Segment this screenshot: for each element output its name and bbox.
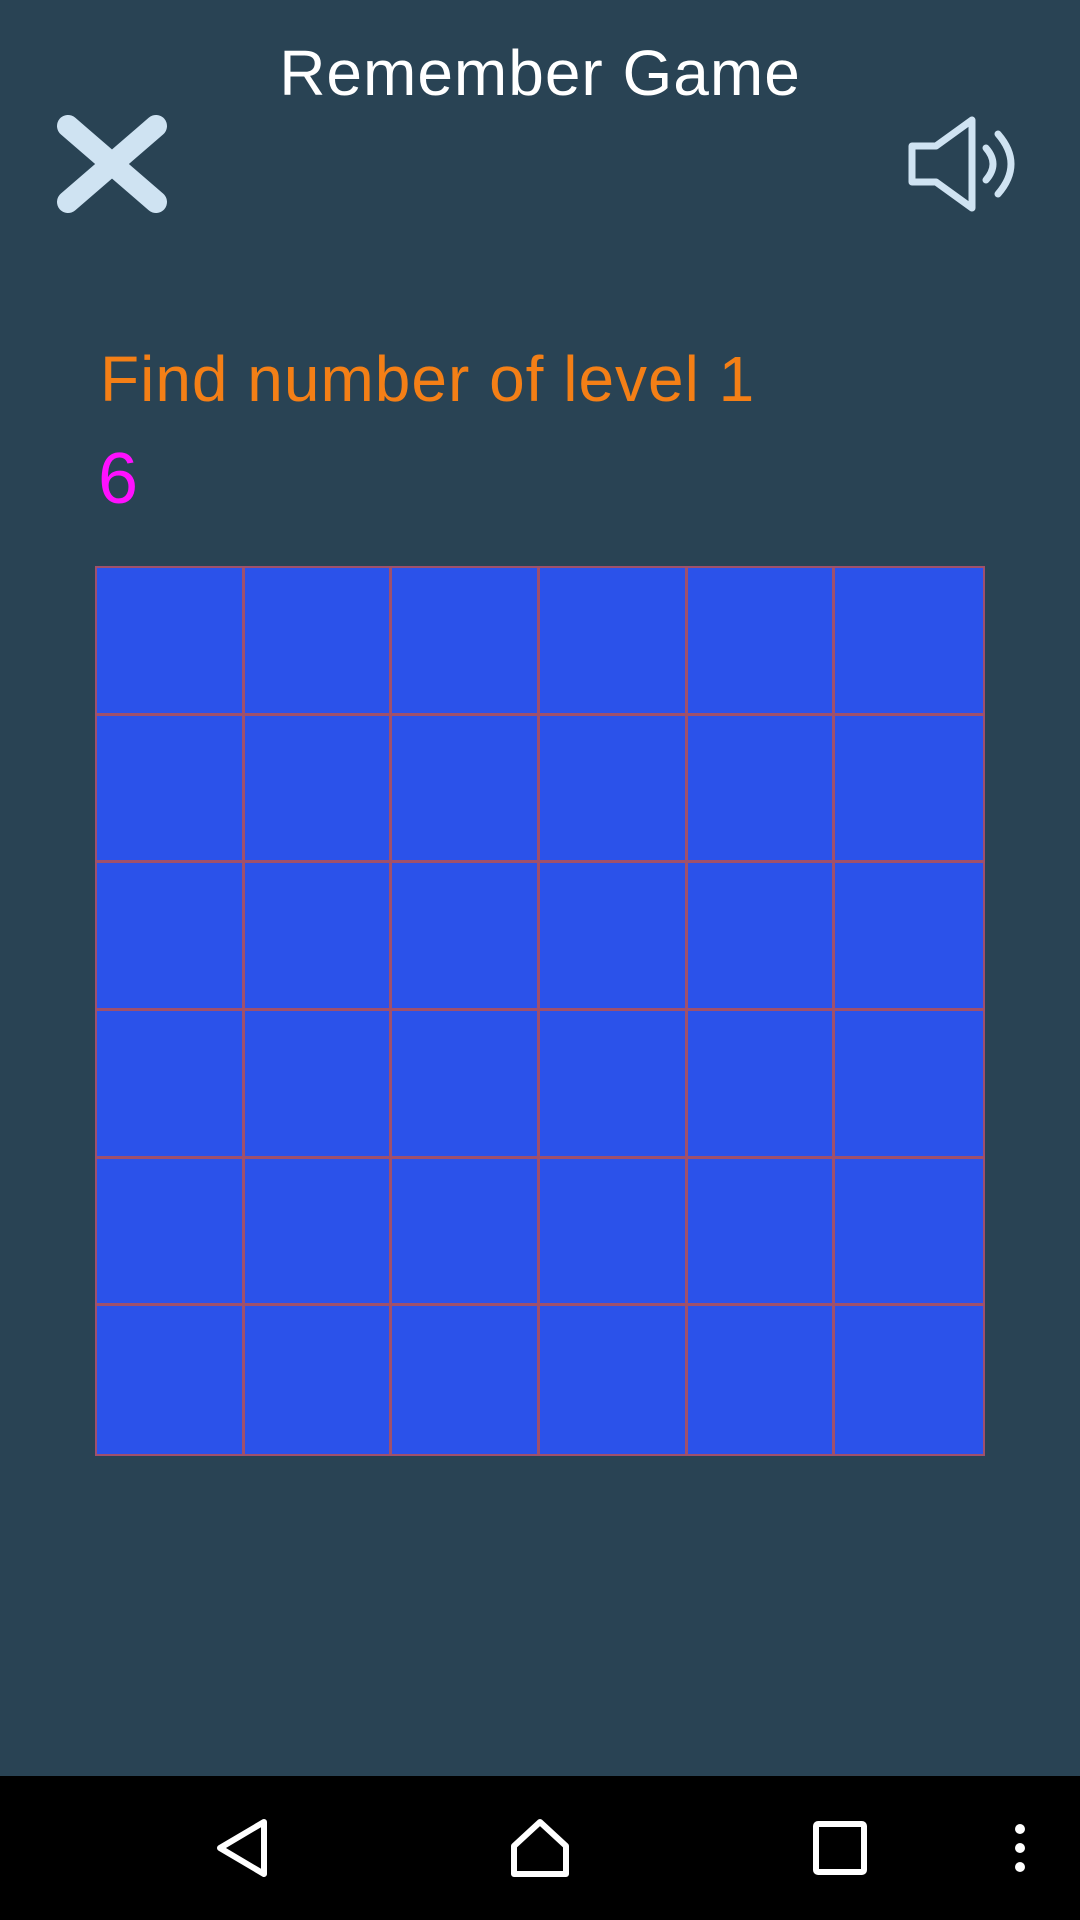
grid-tile[interactable] — [244, 863, 393, 1011]
grid-tile[interactable] — [97, 1158, 245, 1307]
recents-button[interactable] — [780, 1776, 900, 1920]
grid-tile[interactable] — [835, 1158, 983, 1307]
grid-tile[interactable] — [687, 715, 836, 864]
grid-tile[interactable] — [392, 1011, 540, 1159]
page-title: Remember Game — [279, 37, 801, 109]
back-button[interactable] — [182, 1776, 302, 1920]
back-icon — [217, 1819, 267, 1877]
grid-tile[interactable] — [540, 1158, 688, 1307]
grid-tile[interactable] — [392, 863, 540, 1011]
grid-tile[interactable] — [540, 568, 688, 716]
level-instruction: Find number of level 1 — [100, 343, 756, 415]
grid-tile[interactable] — [244, 1158, 393, 1307]
home-button[interactable] — [480, 1776, 600, 1920]
grid-tile[interactable] — [540, 863, 688, 1011]
grid-tile[interactable] — [835, 568, 983, 716]
game-screen: Remember Game Find number of level 1 6 — [0, 0, 1080, 1920]
grid-tile[interactable] — [97, 568, 245, 716]
grid-tile[interactable] — [392, 715, 540, 864]
overflow-menu-button[interactable] — [960, 1776, 1080, 1920]
memory-grid — [95, 566, 985, 1456]
grid-tile[interactable] — [244, 1011, 393, 1159]
grid-tile[interactable] — [392, 1306, 540, 1454]
grid-tile[interactable] — [244, 568, 393, 716]
grid-tile[interactable] — [835, 1306, 983, 1454]
grid-tile[interactable] — [97, 863, 245, 1011]
grid-tile[interactable] — [97, 1306, 245, 1454]
grid-tile[interactable] — [687, 568, 836, 716]
close-icon — [57, 115, 167, 213]
grid-tile[interactable] — [835, 863, 983, 1011]
grid-tile[interactable] — [244, 1306, 393, 1454]
sound-toggle-button[interactable] — [906, 114, 1026, 214]
grid-tile[interactable] — [687, 863, 836, 1011]
grid-tile[interactable] — [835, 1011, 983, 1159]
system-navigation-bar — [0, 1776, 1080, 1920]
grid-tile[interactable] — [835, 715, 983, 864]
recents-icon — [813, 1821, 867, 1875]
grid-tile[interactable] — [687, 1011, 836, 1159]
grid-tile[interactable] — [540, 1306, 688, 1454]
grid-tile[interactable] — [244, 715, 393, 864]
close-button[interactable] — [54, 114, 170, 214]
overflow-menu-icon — [1015, 1824, 1025, 1872]
target-number: 6 — [98, 439, 139, 519]
grid-tile[interactable] — [97, 715, 245, 864]
home-icon — [511, 1819, 569, 1877]
speaker-sound-on-icon — [908, 116, 1015, 212]
grid-tile[interactable] — [97, 1011, 245, 1159]
grid-tile[interactable] — [687, 1306, 836, 1454]
grid-tile[interactable] — [540, 715, 688, 864]
grid-tile[interactable] — [392, 1158, 540, 1307]
grid-tile[interactable] — [687, 1158, 836, 1307]
grid-tile[interactable] — [540, 1011, 688, 1159]
grid-tile[interactable] — [392, 568, 540, 716]
